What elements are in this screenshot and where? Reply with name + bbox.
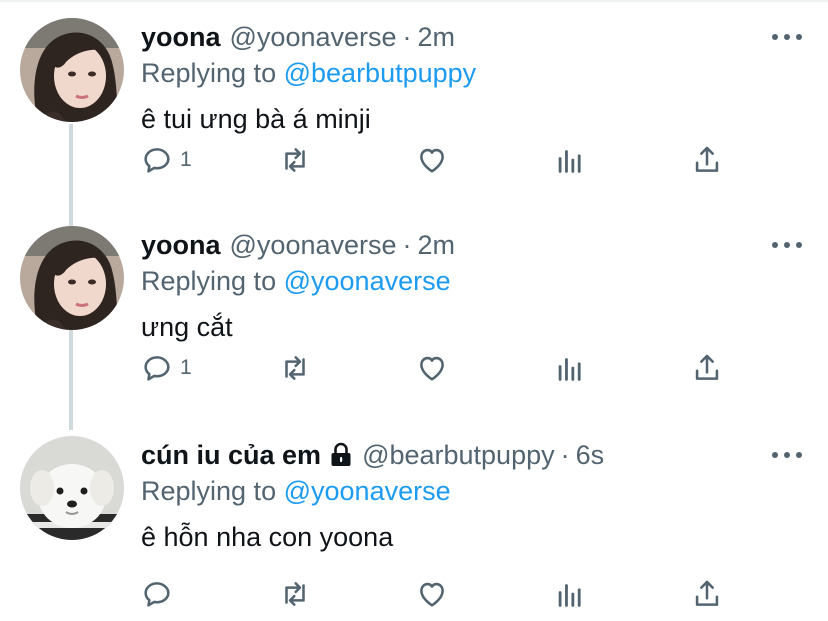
avatar[interactable] [20,18,124,122]
reply-icon [144,582,170,607]
display-name[interactable]: cún iu của em [141,436,321,474]
more-options-button[interactable] [772,232,802,258]
replying-to-label: Replying to [141,58,277,88]
replying-to-line: Replying to @yoonaverse [141,474,768,508]
retweet-button[interactable] [278,140,312,180]
more-icon [796,452,802,458]
timestamp[interactable]: 6s [576,436,605,474]
replying-to-line: Replying to @bearbutpuppy [141,56,768,90]
timestamp[interactable]: 2m [418,226,456,264]
timestamp[interactable]: 2m [418,18,456,56]
like-button[interactable] [415,574,449,614]
analytics-icon [558,358,581,381]
tweet-actions: 1 [0,348,828,388]
replying-to-label: Replying to [141,476,277,506]
display-name[interactable]: yoona [141,226,221,264]
tweet[interactable]: yoona @yoonaverse · 2m Replying to @bear… [0,0,828,208]
share-button[interactable] [690,574,724,614]
girl-portrait-avatar [20,18,124,122]
more-icon [772,242,778,248]
retweet-button[interactable] [278,348,312,388]
more-options-button[interactable] [772,24,802,50]
more-icon [784,452,790,458]
lock-icon [331,442,351,466]
share-button[interactable] [690,140,724,180]
tweet-text: ê tui ưng bà á minji [141,104,371,134]
more-options-button[interactable] [772,442,802,468]
analytics-icon [558,584,581,607]
reply-icon [144,356,170,381]
tweet-text: ê hỗn nha con yoona [141,522,394,552]
tweet-actions: 1 [0,140,828,180]
more-icon [796,34,802,40]
replying-to-line: Replying to @yoonaverse [141,264,768,298]
reply-count: 1 [180,356,192,379]
reply-icon [144,148,170,173]
separator-dot: · [402,22,412,52]
analytics-button[interactable] [553,348,587,388]
analytics-button[interactable] [553,140,587,180]
retweet-icon [285,356,305,380]
reply-button[interactable]: 1 [140,140,192,180]
retweet-icon [285,148,305,172]
like-button[interactable] [415,140,449,180]
retweet-button[interactable] [278,574,312,614]
analytics-button[interactable] [553,574,587,614]
share-icon [695,146,719,172]
tweet[interactable]: yoona @yoonaverse · 2m Replying to @yoon… [0,208,828,416]
girl-portrait-avatar [20,226,124,330]
replying-to-mention[interactable]: @yoonaverse [284,266,451,296]
share-icon [695,354,719,380]
analytics-icon [558,150,581,173]
replying-to-label: Replying to [141,266,277,296]
separator-dot: · [402,230,412,260]
more-icon [772,452,778,458]
share-icon [695,580,719,606]
more-icon [784,242,790,248]
more-icon [796,242,802,248]
reply-button[interactable]: 1 [140,348,192,388]
like-icon [420,582,444,607]
more-icon [772,34,778,40]
tweet-actions [0,574,828,614]
share-button[interactable] [690,348,724,388]
like-icon [420,148,444,173]
separator-dot: · [560,440,570,470]
tweet-text: ưng cắt [141,312,233,342]
user-handle[interactable]: @yoonaverse [230,18,397,56]
user-handle[interactable]: @bearbutpuppy [362,436,555,474]
replying-to-mention[interactable]: @yoonaverse [284,476,451,506]
like-icon [420,356,444,381]
tweet[interactable]: cún iu của em @bearbutpuppy · 6s Replyin… [0,418,828,621]
user-handle[interactable]: @yoonaverse [230,226,397,264]
avatar[interactable] [20,226,124,330]
white-puppy-avatar [20,436,124,540]
display-name[interactable]: yoona [141,18,221,56]
reply-count: 1 [180,148,192,171]
retweet-icon [285,582,305,606]
like-button[interactable] [415,348,449,388]
reply-button[interactable] [140,574,180,614]
replying-to-mention[interactable]: @bearbutpuppy [284,58,477,88]
more-icon [784,34,790,40]
avatar[interactable] [20,436,124,540]
